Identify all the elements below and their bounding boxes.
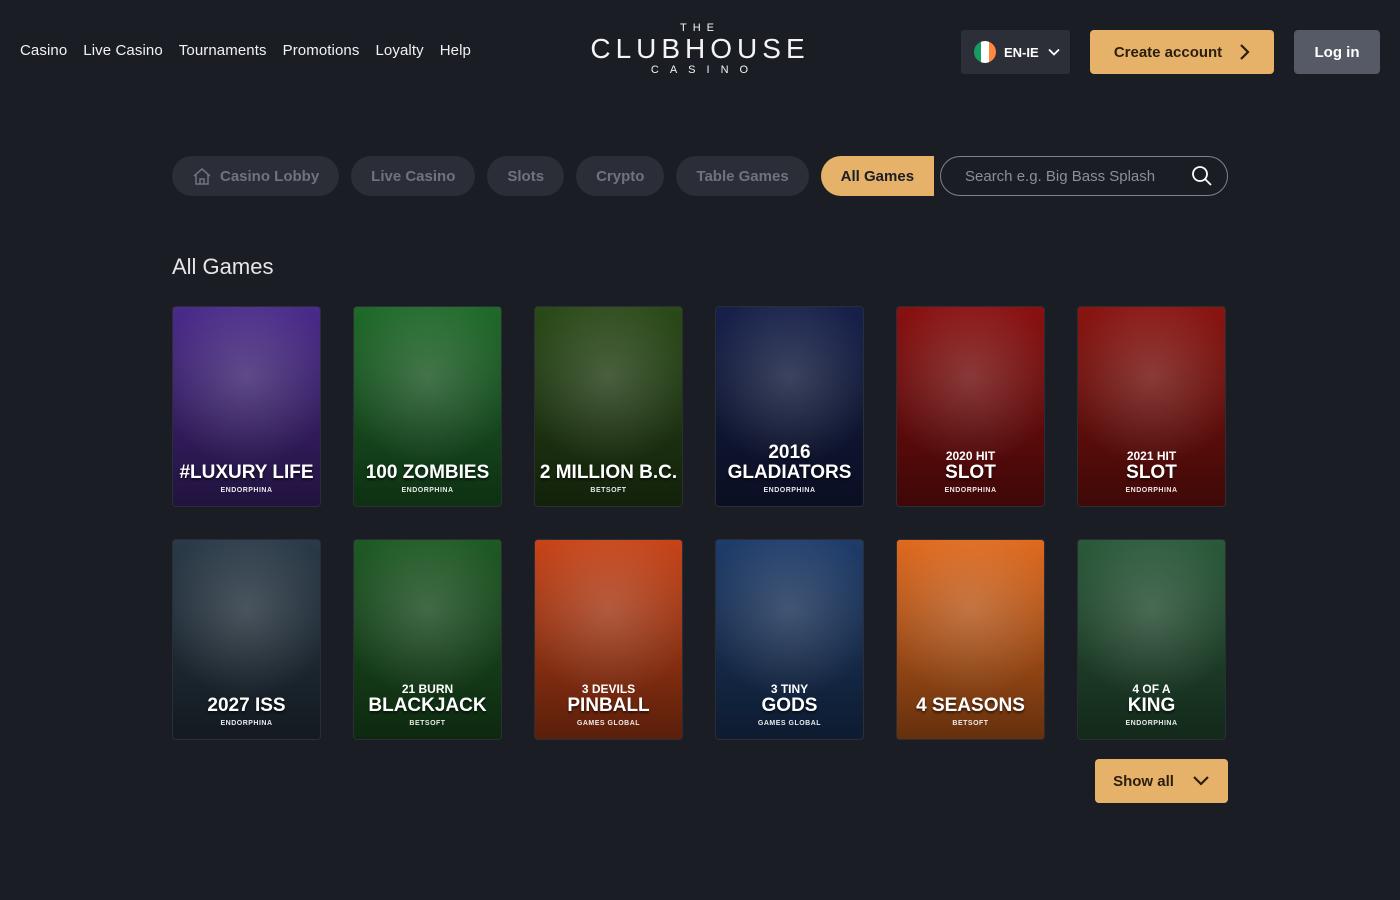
game-provider: ENDORPHINA bbox=[1125, 720, 1178, 727]
game-provider: ENDORPHINA bbox=[944, 487, 997, 494]
game-info: 2 MILLION B.C. BETSOFT bbox=[535, 462, 682, 495]
game-title: 2027 ISS bbox=[207, 695, 286, 716]
language-selector[interactable]: EN-IE bbox=[961, 30, 1070, 74]
game-provider: ENDORPHINA bbox=[1125, 487, 1178, 494]
game-provider: GAMES GLOBAL bbox=[576, 720, 641, 727]
game-info: 100 ZOMBIES ENDORPHINA bbox=[354, 462, 501, 495]
filter-crypto[interactable]: Crypto bbox=[576, 156, 665, 196]
game-card[interactable]: 4 OF A KING ENDORPHINA bbox=[1077, 539, 1226, 740]
game-info: 4 OF A KING ENDORPHINA bbox=[1078, 683, 1225, 728]
ireland-flag-icon bbox=[974, 41, 996, 63]
game-search[interactable] bbox=[940, 156, 1228, 196]
game-provider: ENDORPHINA bbox=[220, 720, 273, 727]
game-title: 2016 GLADIATORS bbox=[727, 442, 852, 483]
game-title: 2 MILLION B.C. bbox=[539, 462, 678, 483]
game-title: SLOT bbox=[1126, 462, 1177, 483]
game-info: 21 BURN BLACKJACK BETSOFT bbox=[354, 683, 501, 728]
game-info: 2020 HIT SLOT ENDORPHINA bbox=[897, 450, 1044, 495]
nav-casino[interactable]: Casino bbox=[20, 42, 67, 59]
main-nav: Casino Live Casino Tournaments Promotion… bbox=[20, 42, 471, 59]
game-card[interactable]: 21 BURN BLACKJACK BETSOFT bbox=[353, 539, 502, 740]
nav-promotions[interactable]: Promotions bbox=[283, 42, 360, 59]
nav-help[interactable]: Help bbox=[440, 42, 471, 59]
game-info: 3 DEVILS PINBALL GAMES GLOBAL bbox=[535, 683, 682, 728]
game-title: BLACKJACK bbox=[368, 695, 487, 716]
game-title: SLOT bbox=[945, 462, 996, 483]
game-card[interactable]: 2020 HIT SLOT ENDORPHINA bbox=[896, 306, 1045, 507]
games-grid: #LUXURY LIFE ENDORPHINA 100 ZOMBIES ENDORPH… bbox=[172, 306, 1226, 740]
game-info: 3 TINY GODS GAMES GLOBAL bbox=[716, 683, 863, 728]
game-title: 100 ZOMBIES bbox=[365, 462, 490, 483]
nav-tournaments[interactable]: Tournaments bbox=[179, 42, 267, 59]
game-provider: BETSOFT bbox=[409, 720, 446, 727]
game-card[interactable]: 2021 HIT SLOT ENDORPHINA bbox=[1077, 306, 1226, 507]
section-title: All Games bbox=[172, 254, 274, 279]
game-info: 4 SEASONS BETSOFT bbox=[897, 695, 1044, 728]
game-card[interactable]: 2027 ISS ENDORPHINA bbox=[172, 539, 321, 740]
chevron-down-icon bbox=[1193, 776, 1209, 786]
house-icon bbox=[193, 168, 211, 185]
game-provider: ENDORPHINA bbox=[763, 487, 816, 494]
create-account-label: Create account bbox=[1113, 43, 1223, 61]
create-account-button[interactable]: Create account bbox=[1090, 30, 1274, 74]
search-icon[interactable] bbox=[1191, 165, 1213, 187]
game-card[interactable]: 100 ZOMBIES ENDORPHINA bbox=[353, 306, 502, 507]
game-title: 4 SEASONS bbox=[916, 695, 1025, 716]
chevron-right-icon bbox=[1240, 44, 1250, 60]
game-info: #LUXURY LIFE ENDORPHINA bbox=[173, 462, 320, 495]
game-info: 2027 ISS ENDORPHINA bbox=[173, 695, 320, 728]
game-provider: ENDORPHINA bbox=[401, 487, 454, 494]
game-title: GODS bbox=[761, 695, 818, 716]
show-all-button[interactable]: Show all bbox=[1095, 759, 1228, 803]
filter-label: Casino Lobby bbox=[220, 167, 320, 185]
game-card[interactable]: 3 DEVILS PINBALL GAMES GLOBAL bbox=[534, 539, 683, 740]
filter-all-games[interactable]: All Games bbox=[820, 156, 935, 196]
game-provider: BETSOFT bbox=[590, 487, 627, 494]
search-input[interactable] bbox=[965, 167, 1185, 185]
clubhouse-logo[interactable]: THE CLUBHOUSE CASINO bbox=[590, 22, 810, 76]
filter-slots[interactable]: Slots bbox=[487, 156, 565, 196]
filter-live-casino[interactable]: Live Casino bbox=[351, 156, 476, 196]
filter-casino-lobby[interactable]: Casino Lobby bbox=[172, 156, 340, 196]
login-button[interactable]: Log in bbox=[1294, 30, 1380, 74]
game-provider: GAMES GLOBAL bbox=[757, 720, 822, 727]
nav-live-casino[interactable]: Live Casino bbox=[83, 42, 162, 59]
language-label: EN-IE bbox=[1004, 44, 1039, 60]
logo-name: CLUBHOUSE bbox=[590, 33, 810, 64]
game-provider: ENDORPHINA bbox=[220, 487, 273, 494]
logo-bottom: CASINO bbox=[650, 64, 760, 76]
game-card[interactable]: #LUXURY LIFE ENDORPHINA bbox=[172, 306, 321, 507]
category-filters: Casino Lobby Live Casino Slots Crypto Ta… bbox=[172, 156, 935, 196]
game-title: #LUXURY LIFE bbox=[179, 462, 314, 483]
game-card[interactable]: 2016 GLADIATORS ENDORPHINA bbox=[715, 306, 864, 507]
game-info: 2016 GLADIATORS ENDORPHINA bbox=[716, 442, 863, 495]
game-title: KING bbox=[1127, 695, 1176, 716]
nav-loyalty[interactable]: Loyalty bbox=[375, 42, 423, 59]
game-card[interactable]: 3 TINY GODS GAMES GLOBAL bbox=[715, 539, 864, 740]
game-card[interactable]: 4 SEASONS BETSOFT bbox=[896, 539, 1045, 740]
filter-table-games[interactable]: Table Games bbox=[676, 156, 809, 196]
game-provider: BETSOFT bbox=[952, 720, 989, 727]
chevron-down-icon bbox=[1048, 48, 1060, 56]
game-title: PINBALL bbox=[567, 695, 650, 716]
game-card[interactable]: 2 MILLION B.C. BETSOFT bbox=[534, 306, 683, 507]
game-info: 2021 HIT SLOT ENDORPHINA bbox=[1078, 450, 1225, 495]
show-all-label: Show all bbox=[1113, 772, 1174, 790]
